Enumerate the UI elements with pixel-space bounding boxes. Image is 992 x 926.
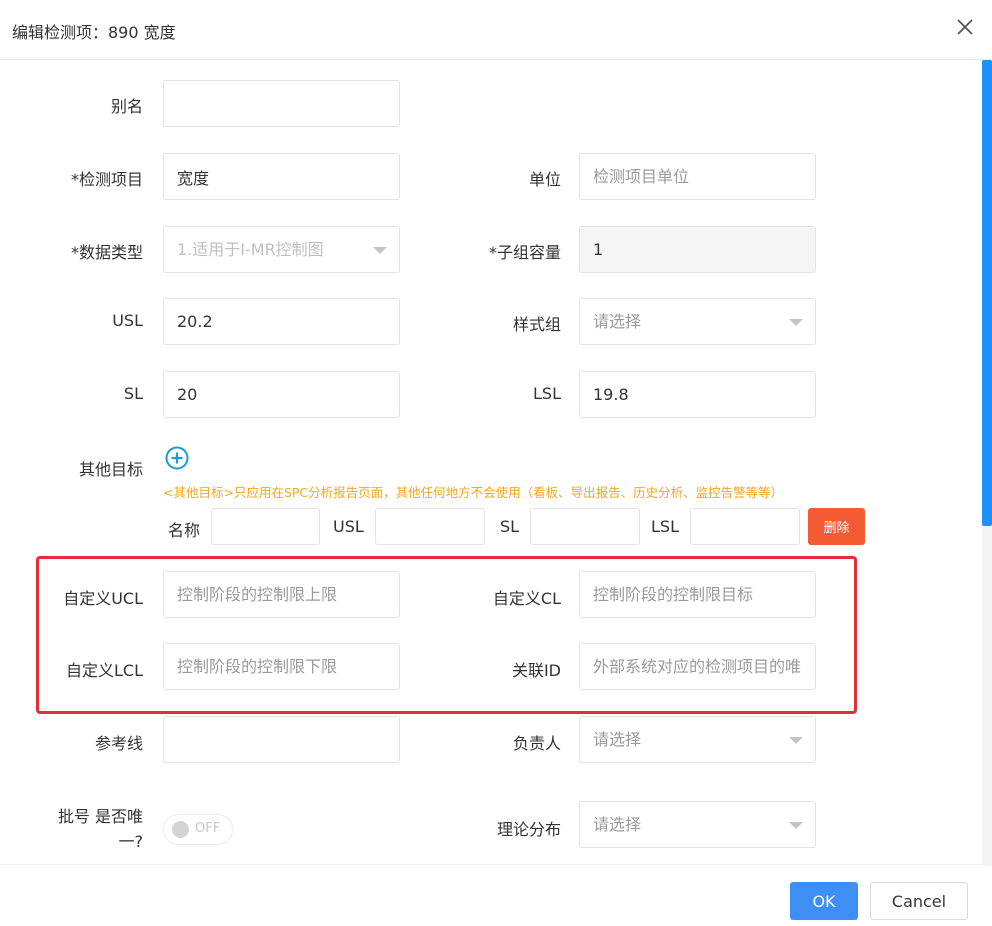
target-name-input[interactable] <box>211 508 320 545</box>
style-group-placeholder: 请选择 <box>593 312 642 331</box>
unit-label: 单位 <box>528 170 561 189</box>
scrollbar-thumb[interactable] <box>982 60 992 526</box>
target-name-label: 名称 <box>168 521 201 540</box>
style-group-select[interactable]: 请选择 <box>579 298 816 345</box>
cancel-button[interactable]: Cancel <box>870 882 968 920</box>
other-targets-label: 其他目标 <box>78 460 143 479</box>
related-id-input[interactable] <box>579 643 816 690</box>
scrollbar-track[interactable] <box>982 526 992 866</box>
plus-circle-icon[interactable] <box>165 446 189 470</box>
target-sl-input[interactable] <box>530 508 640 545</box>
distribution-placeholder: 请选择 <box>593 815 642 834</box>
chevron-down-icon <box>789 737 803 744</box>
footer-divider <box>0 864 982 865</box>
alias-input[interactable] <box>163 80 400 127</box>
lsl-input[interactable] <box>579 371 816 418</box>
unit-input[interactable] <box>579 153 816 200</box>
related-id-label: 关联ID <box>511 661 561 680</box>
target-usl-label: USL <box>333 517 364 536</box>
subgroup-size-input <box>579 226 816 273</box>
custom-cl-label: 自定义CL <box>492 589 561 608</box>
lsl-label: LSL <box>533 384 561 403</box>
close-icon[interactable] <box>954 16 976 38</box>
distribution-label: 理论分布 <box>496 820 561 839</box>
header-divider <box>0 59 992 60</box>
custom-cl-input[interactable] <box>579 571 816 618</box>
owner-label: 负责人 <box>512 734 561 753</box>
chevron-down-icon <box>789 822 803 829</box>
delete-target-button[interactable]: 删除 <box>808 508 865 545</box>
chevron-down-icon <box>789 319 803 326</box>
target-usl-input[interactable] <box>375 508 485 545</box>
target-lsl-input[interactable] <box>690 508 800 545</box>
distribution-select[interactable]: 请选择 <box>579 801 816 848</box>
owner-placeholder: 请选择 <box>593 730 642 749</box>
subgroup-size-label: *子组容量 <box>488 243 561 262</box>
target-lsl-label: LSL <box>651 517 679 536</box>
target-sl-label: SL <box>500 517 520 536</box>
ok-button[interactable]: OK <box>790 882 858 920</box>
other-targets-hint: <其他目标>只应用在SPC分析报告页面，其他任何地方不会使用（看板、导出报告、历… <box>163 485 784 500</box>
dialog-title: 编辑检测项：890 宽度 <box>12 23 176 42</box>
alias-label: 别名 <box>110 97 143 116</box>
style-group-label: 样式组 <box>512 315 561 334</box>
owner-select[interactable]: 请选择 <box>579 716 816 763</box>
